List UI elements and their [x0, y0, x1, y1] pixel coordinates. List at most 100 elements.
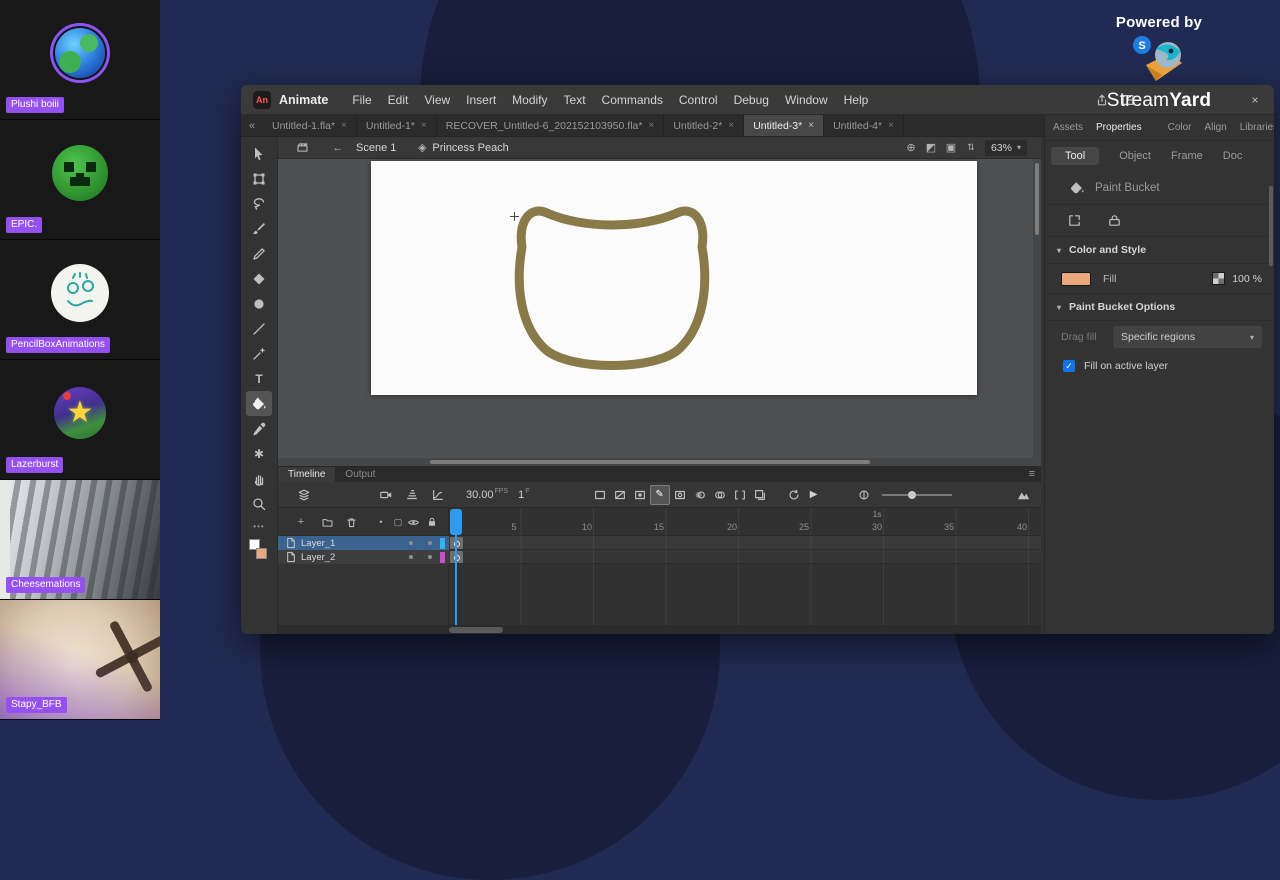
clip-content-icon[interactable]: ▣	[941, 141, 961, 154]
layer-stack-icon[interactable]	[294, 485, 314, 505]
back-icon[interactable]: ←	[328, 142, 348, 154]
play-button[interactable]: ▶	[804, 485, 824, 505]
paint-bucket-tool[interactable]	[246, 391, 272, 416]
onion-skin-outline-icon[interactable]	[710, 485, 730, 505]
tab-close-icon[interactable]: ×	[888, 120, 894, 131]
lock-fill-button[interactable]	[1101, 211, 1127, 231]
doc-tab[interactable]: Untitled-1* ×	[357, 115, 437, 136]
menu-commands[interactable]: Commands	[594, 93, 671, 107]
subtab-object[interactable]: Object	[1119, 150, 1151, 162]
section-color-and-style[interactable]: ▾ Color and Style	[1045, 237, 1274, 264]
tab-close-icon[interactable]: ×	[648, 120, 654, 131]
timeline-zoom-slider[interactable]	[881, 485, 952, 505]
menu-edit[interactable]: Edit	[380, 93, 417, 107]
remove-frame-icon[interactable]	[610, 485, 630, 505]
layer-row-layer1[interactable]: Layer_1	[278, 536, 449, 550]
menu-debug[interactable]: Debug	[726, 93, 777, 107]
hand-tool[interactable]	[246, 466, 272, 491]
frame-range-icon[interactable]	[730, 485, 750, 505]
canvas-vertical-scrollbar[interactable]	[1033, 159, 1041, 458]
delete-layer-icon[interactable]	[344, 515, 358, 529]
tab-timeline[interactable]: Timeline	[278, 467, 336, 482]
onion-skin-icon[interactable]	[690, 485, 710, 505]
asset-warp-tool[interactable]: ✱	[246, 441, 272, 466]
fill-color-chip[interactable]	[256, 548, 267, 559]
subtab-frame[interactable]: Frame	[1171, 150, 1203, 162]
menu-insert[interactable]: Insert	[458, 93, 504, 107]
frame-grid[interactable]: 1s 5 10 15 20 25 30 35 40	[449, 508, 1041, 625]
menu-control[interactable]: Control	[671, 93, 726, 107]
eyedropper-tool[interactable]	[246, 416, 272, 441]
new-layer-icon[interactable]: +	[294, 515, 308, 529]
tab-properties[interactable]: Properties	[1096, 122, 1142, 133]
more-tools-icon[interactable]: •••	[253, 522, 264, 531]
tab-close-icon[interactable]: ×	[341, 120, 347, 131]
selection-tool[interactable]	[246, 141, 272, 166]
section-paint-bucket-options[interactable]: ▾ Paint Bucket Options	[1045, 294, 1274, 321]
camera-icon[interactable]	[376, 485, 396, 505]
subtab-doc[interactable]: Doc	[1223, 150, 1243, 162]
tab-close-icon[interactable]: ×	[808, 120, 814, 131]
drag-fill-select[interactable]: Specific regions ▾	[1113, 326, 1262, 348]
menu-modify[interactable]: Modify	[504, 93, 555, 107]
frame-row[interactable]	[449, 536, 1041, 550]
canvas-horizontal-scrollbar[interactable]	[278, 458, 1041, 466]
zoom-stepper-icon[interactable]: ⇅	[961, 142, 981, 153]
doc-tab[interactable]: Untitled-1.fla* ×	[263, 115, 357, 136]
layer-color-swatch[interactable]	[440, 551, 445, 563]
frame-row[interactable]	[449, 550, 1041, 564]
loop-icon[interactable]	[784, 485, 804, 505]
fluid-brush-tool[interactable]	[246, 341, 272, 366]
layer-color-swatch[interactable]	[440, 537, 445, 549]
tab-color[interactable]: Color	[1168, 122, 1192, 133]
tab-align[interactable]: Align	[1205, 122, 1227, 133]
menu-file[interactable]: File	[344, 93, 379, 107]
zoom-tool[interactable]	[246, 491, 272, 516]
show-hide-layers-icon[interactable]	[406, 515, 420, 529]
menu-view[interactable]: View	[416, 93, 458, 107]
collapse-panel-icon[interactable]: «	[241, 115, 263, 136]
breadcrumb-symbol[interactable]: Princess Peach	[432, 142, 508, 154]
doc-tab[interactable]: Untitled-4* ×	[824, 115, 904, 136]
layer-visibility-dot[interactable]	[409, 555, 413, 559]
zoom-select[interactable]: 63% ▾	[984, 139, 1027, 156]
playhead-handle[interactable]	[450, 509, 462, 535]
alpha-checker-icon[interactable]	[1212, 272, 1226, 285]
text-tool[interactable]: T	[246, 366, 272, 391]
edit-multiple-frames-icon[interactable]: ✎	[649, 484, 670, 505]
menu-window[interactable]: Window	[777, 93, 836, 107]
center-playhead-icon[interactable]	[854, 485, 874, 505]
tab-assets[interactable]: Assets	[1053, 122, 1083, 133]
copy-frames-icon[interactable]	[750, 485, 770, 505]
tab-libraries[interactable]: Libraries	[1240, 122, 1274, 133]
lock-layers-icon[interactable]	[425, 515, 439, 529]
menu-help[interactable]: Help	[836, 93, 877, 107]
tab-close-icon[interactable]: ×	[421, 120, 427, 131]
layer-visibility-dot[interactable]	[409, 541, 413, 545]
resize-timeline-view-icon[interactable]	[1013, 485, 1033, 505]
free-transform-tool[interactable]	[246, 166, 272, 191]
canvas-pasteboard[interactable]	[278, 159, 1041, 466]
timeline-ruler[interactable]: 1s 5 10 15 20 25 30 35 40	[449, 508, 1041, 536]
breadcrumb-scene[interactable]: Scene 1	[356, 142, 396, 154]
subtab-tool[interactable]: Tool	[1051, 147, 1100, 165]
outline-layers-icon[interactable]: ▢	[391, 515, 405, 529]
tab-output[interactable]: Output	[335, 467, 385, 482]
lasso-tool[interactable]	[246, 191, 272, 216]
fill-alpha-value[interactable]: 100 %	[1232, 273, 1262, 285]
timeline-horizontal-scrollbar[interactable]	[278, 625, 1041, 634]
insert-keyframe-icon[interactable]	[630, 485, 650, 505]
menu-text[interactable]: Text	[556, 93, 594, 107]
oval-tool[interactable]	[246, 291, 272, 316]
highlight-layers-icon[interactable]: •	[374, 515, 388, 529]
line-tool[interactable]	[246, 316, 272, 341]
tab-close-icon[interactable]: ×	[728, 120, 734, 131]
snapping-icon[interactable]: ◩	[921, 141, 941, 154]
new-folder-icon[interactable]	[320, 515, 334, 529]
properties-scrollbar[interactable]	[1269, 186, 1273, 266]
insert-blank-keyframe-icon[interactable]	[670, 485, 690, 505]
fill-active-layer-checkbox[interactable]: ✓	[1063, 360, 1075, 372]
current-frame-value[interactable]: 1	[518, 489, 524, 501]
doc-tab-active[interactable]: Untitled-3* ×	[744, 115, 825, 136]
layer-lock-dot[interactable]	[428, 555, 432, 559]
